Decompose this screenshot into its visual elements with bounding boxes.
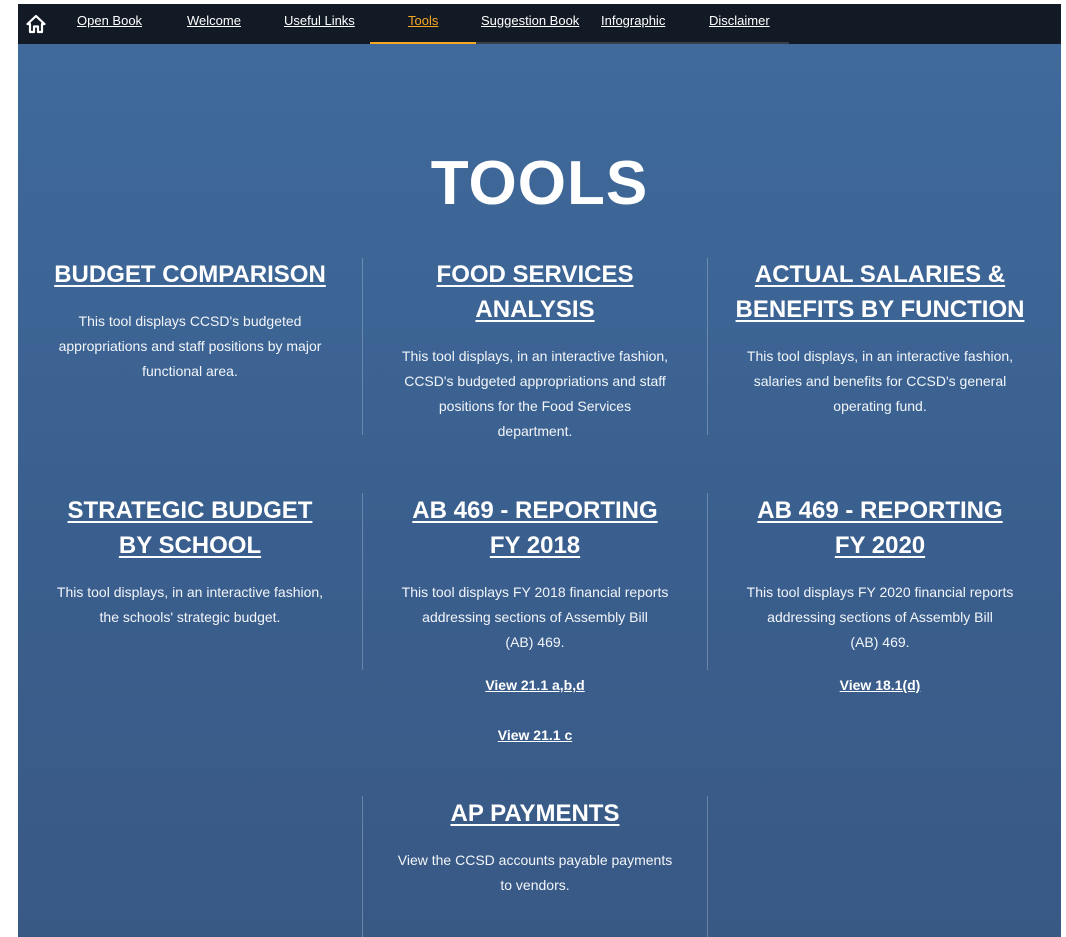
page-title: TOOLS [430,149,649,218]
column-divider [707,796,708,937]
tool-card-ap-payments: AP PAYMENTS View the CCSD accounts payab… [363,796,707,898]
home-icon[interactable] [18,4,54,44]
tool-card-food-services: FOOD SERVICES ANALYSIS This tool display… [363,257,707,444]
tool-title-ab469-fy2020[interactable]: AB 469 - REPORTING FY 2020 [708,493,1052,563]
nav-tools[interactable]: Tools [408,4,438,42]
tool-description: View the CCSD accounts payable payments … [397,852,673,893]
tools-section: TOOLS BUDGET COMPARISON This tool displa… [18,44,1061,937]
view-18-1-d-link[interactable]: View 18.1(d) [708,675,1052,695]
tool-title-actual-salaries[interactable]: ACTUAL SALARIES & BENEFITS BY FUNCTION [708,257,1052,327]
view-21-1-abd-link[interactable]: View 21.1 a,b,d [363,675,707,695]
tool-description: This tool displays, in an interactive fa… [56,584,324,625]
nav-suggestion-book[interactable]: Suggestion Book [481,4,579,42]
tool-title-food-services[interactable]: FOOD SERVICES ANALYSIS [363,257,707,327]
tool-description: This tool displays CCSD's budgeted appro… [58,313,322,379]
tool-card-ab469-fy2018: AB 469 - REPORTING FY 2018 This tool dis… [363,493,707,745]
view-21-1-c-link[interactable]: View 21.1 c [363,725,707,745]
tool-description: This tool displays, in an interactive fa… [746,348,1014,414]
nav-open-book[interactable]: Open Book [77,4,142,42]
tool-description: This tool displays, in an interactive fa… [401,348,669,439]
top-nav: Open Book Welcome Useful Links Tools Sug… [18,4,1061,45]
tool-title-ab469-fy2018[interactable]: AB 469 - REPORTING FY 2018 [363,493,707,563]
tool-card-ab469-fy2020: AB 469 - REPORTING FY 2020 This tool dis… [708,493,1052,695]
tool-title-ap-payments[interactable]: AP PAYMENTS [363,796,707,831]
tool-card-actual-salaries: ACTUAL SALARIES & BENEFITS BY FUNCTION T… [708,257,1052,419]
tool-card-strategic-budget: STRATEGIC BUDGET BY SCHOOL This tool dis… [18,493,362,630]
tool-card-budget-comparison: BUDGET COMPARISON This tool displays CCS… [18,257,362,384]
nav-welcome[interactable]: Welcome [187,4,241,42]
tool-title-strategic-budget[interactable]: STRATEGIC BUDGET BY SCHOOL [18,493,362,563]
nav-disclaimer[interactable]: Disclaimer [709,4,770,42]
nav-useful-links[interactable]: Useful Links [284,4,355,42]
tool-description: This tool displays FY 2018 financial rep… [401,584,669,650]
nav-infographic[interactable]: Infographic [601,4,665,42]
tool-description: This tool displays FY 2020 financial rep… [746,584,1014,650]
tool-title-budget-comparison[interactable]: BUDGET COMPARISON [18,257,362,292]
